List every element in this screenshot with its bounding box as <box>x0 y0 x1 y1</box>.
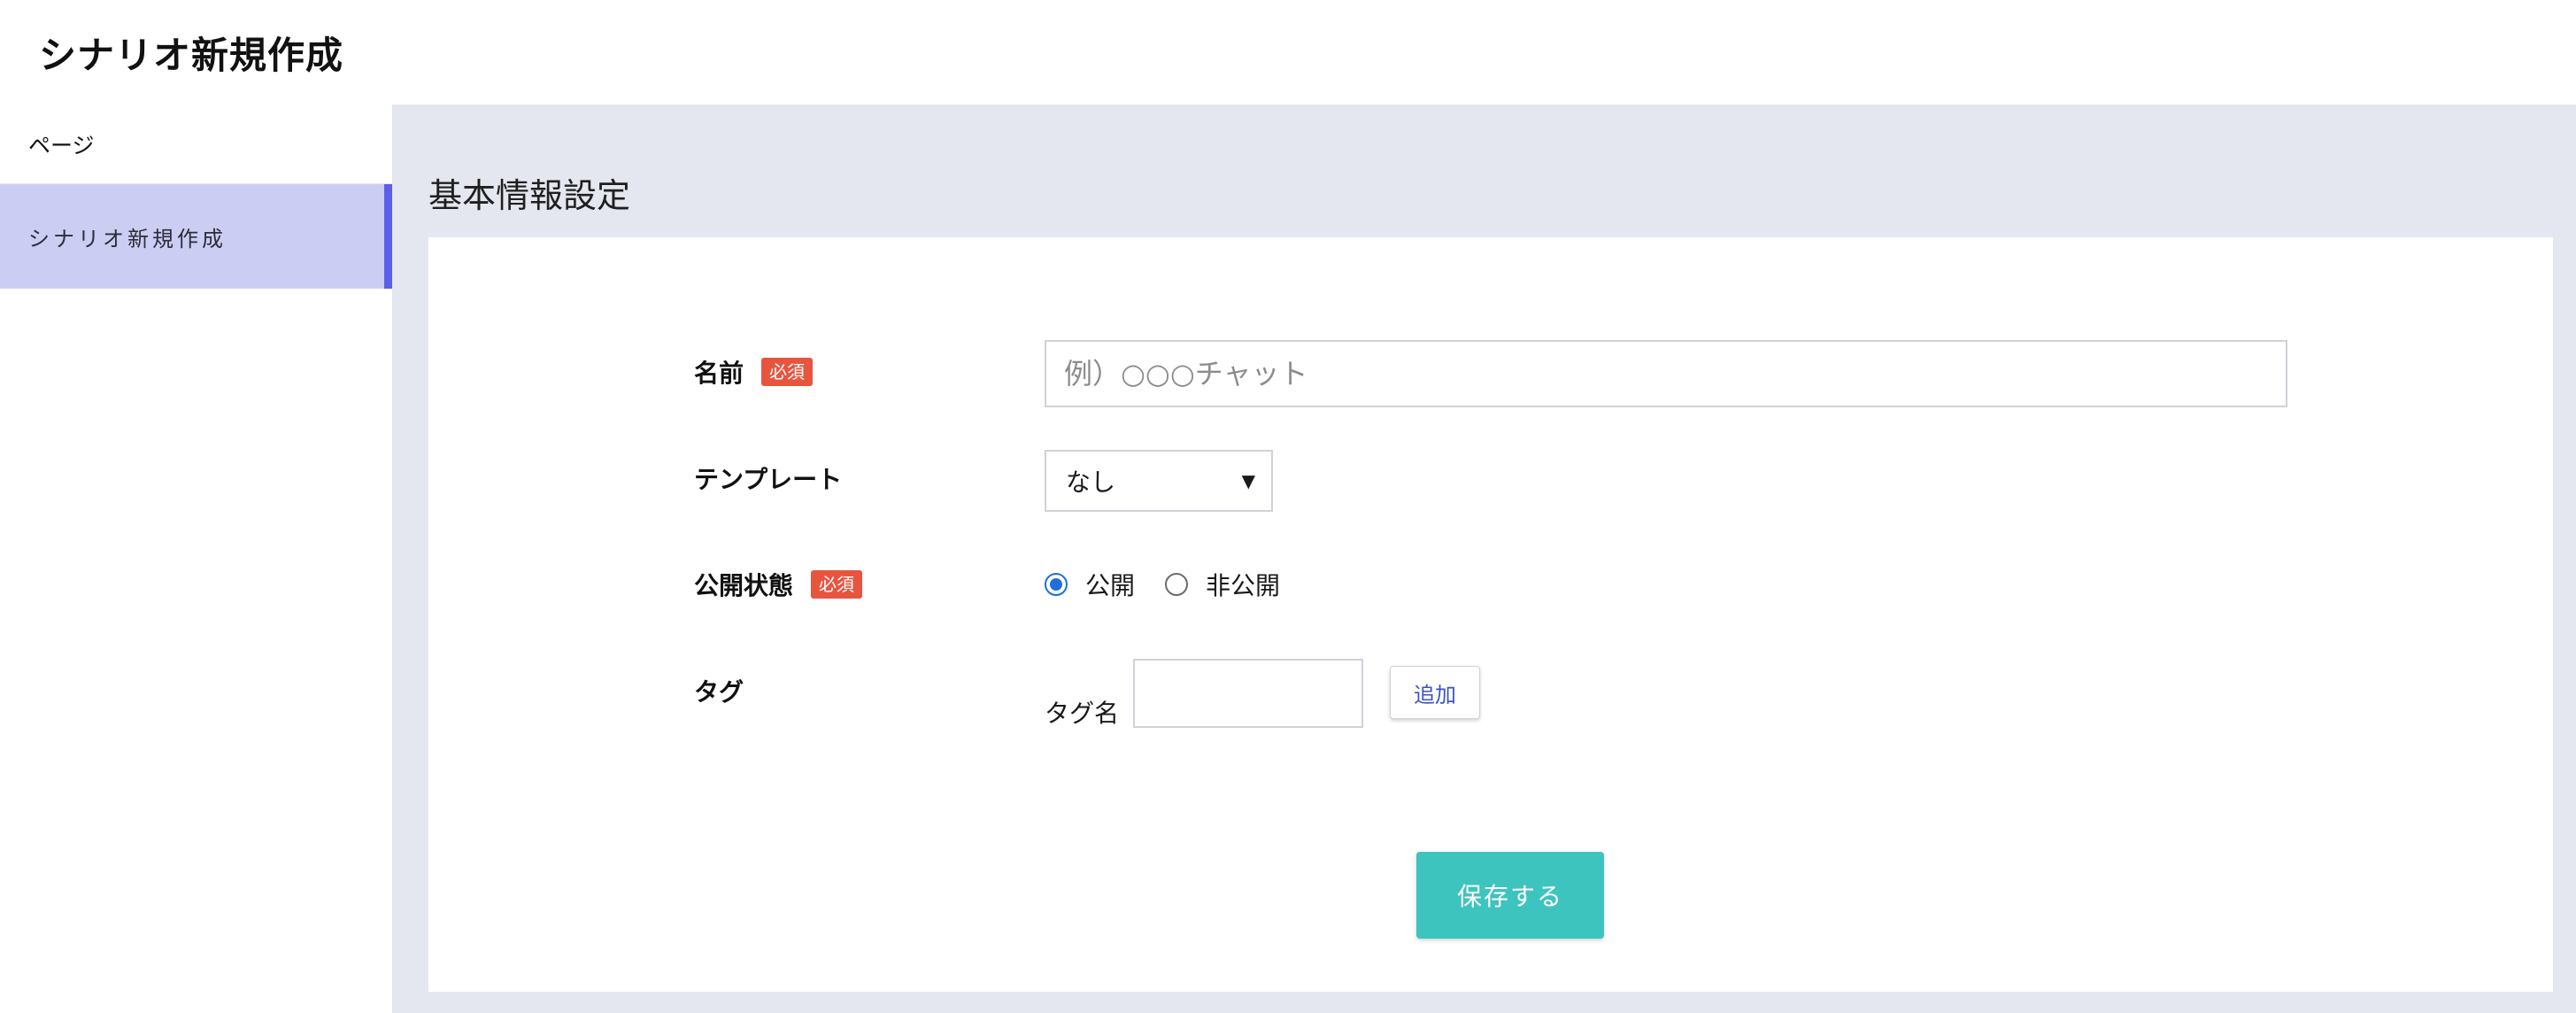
visibility-label: 公開状態 <box>694 571 794 600</box>
save-button[interactable]: 保存する <box>1416 852 1604 939</box>
app-header: シナリオ新規作成 <box>0 0 2576 104</box>
sidebar-item-new-scenario[interactable]: シナリオ新規作成 <box>0 184 392 289</box>
name-input[interactable] <box>1045 340 2287 407</box>
template-select[interactable]: なし ▼ <box>1045 450 1273 512</box>
main-content: 基本情報設定 名前 必須 テンプレート なし ▼ 公開状態 必須 公開 非公開 <box>393 104 2576 1013</box>
radio-public[interactable] <box>1045 573 1068 596</box>
required-badge: 必須 <box>761 358 814 386</box>
tag-row-label: タグ <box>694 673 744 708</box>
tag-name-label: タグ名 <box>1045 699 1120 728</box>
visibility-row-label: 公開状態 必須 <box>694 567 863 602</box>
add-tag-button[interactable]: 追加 <box>1390 666 1480 719</box>
template-selected-value: なし <box>1066 468 1116 497</box>
name-row-label: 名前 必須 <box>694 354 814 390</box>
template-row-label: テンプレート <box>694 460 842 496</box>
sidebar-item-label: シナリオ新規作成 <box>28 226 227 251</box>
sidebar: ページ シナリオ新規作成 <box>0 104 393 1013</box>
tag-label: タグ <box>694 677 744 707</box>
active-indicator <box>384 184 392 289</box>
template-label: テンプレート <box>694 465 843 494</box>
radio-private[interactable] <box>1165 573 1189 596</box>
sidebar-heading: ページ <box>0 104 392 184</box>
radio-public-label[interactable]: 公開 <box>1085 567 1135 602</box>
name-label: 名前 <box>694 359 744 388</box>
form-card: 名前 必須 テンプレート なし ▼ 公開状態 必須 公開 非公開 タグ タグ名 … <box>428 237 2553 992</box>
radio-private-label[interactable]: 非公開 <box>1206 567 1280 602</box>
caret-down-icon: ▼ <box>1241 470 1255 491</box>
visibility-radio-group: 公開 非公開 <box>1045 567 1310 602</box>
radio-dot <box>1050 578 1062 591</box>
required-badge: 必須 <box>811 570 863 599</box>
page-title: シナリオ新規作成 <box>39 33 344 77</box>
section-title: 基本情報設定 <box>428 176 631 215</box>
tag-name-input[interactable] <box>1133 659 1363 728</box>
